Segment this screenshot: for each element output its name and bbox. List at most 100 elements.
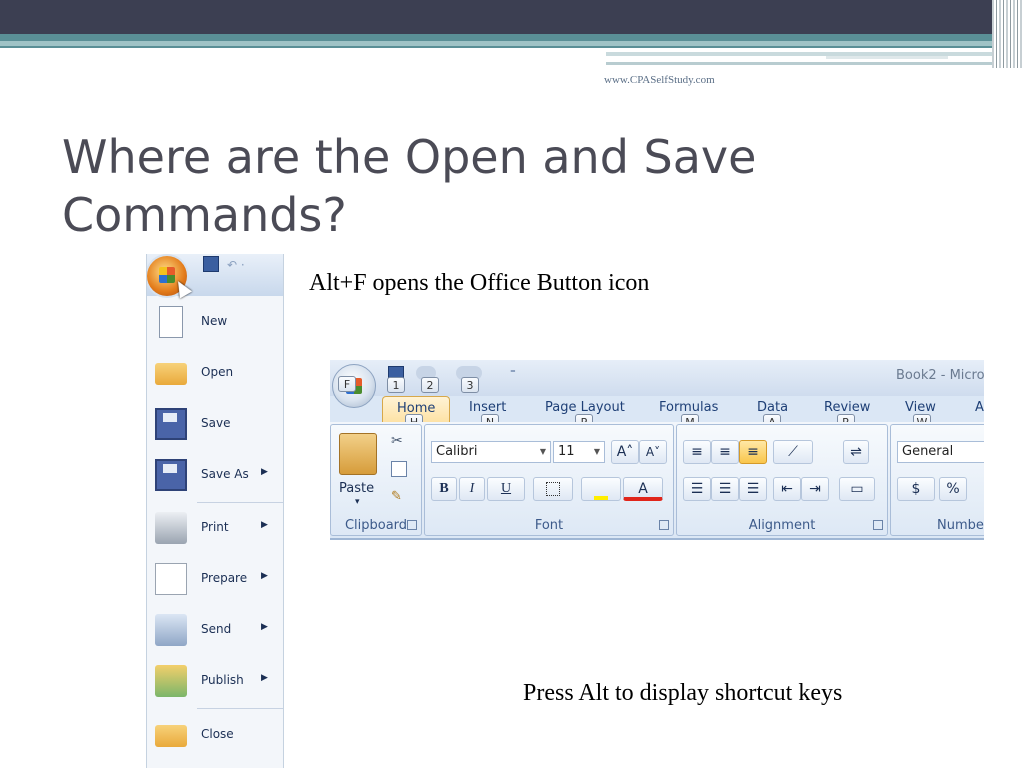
quick-save-icon[interactable] — [203, 256, 219, 272]
align-left-button[interactable]: ☰ — [683, 477, 711, 501]
customize-qat-icon[interactable]: ⁼ — [510, 366, 516, 379]
paste-icon[interactable] — [339, 433, 377, 475]
dialog-launcher-icon[interactable] — [407, 520, 417, 530]
percent-button[interactable]: % — [939, 477, 967, 501]
bold-button[interactable]: B — [431, 477, 457, 501]
increase-indent-button[interactable]: ⇥ — [801, 477, 829, 501]
font-size-combo[interactable]: 11 ▼ — [553, 441, 605, 463]
dialog-launcher-icon[interactable] — [659, 520, 669, 530]
office-logo-icon — [159, 267, 175, 283]
wrap-text-button[interactable]: ⇌ — [843, 440, 869, 464]
menu-item-label: Send — [201, 622, 232, 636]
dialog-launcher-icon[interactable] — [873, 520, 883, 530]
group-label: Font — [534, 518, 564, 533]
group-alignment: ≡ ≡ ≡ ⟋ ⇌ ☰ ☰ ☰ ⇤ ⇥ ▭ Alignment — [676, 424, 888, 536]
align-center-button[interactable]: ☰ — [711, 477, 739, 501]
cut-icon[interactable]: ✂ — [391, 433, 403, 449]
copy-icon[interactable] — [391, 461, 407, 477]
submenu-arrow-icon: ▶ — [261, 673, 268, 683]
fill-color-button[interactable] — [581, 477, 621, 501]
menu-item-close[interactable]: Close — [147, 711, 283, 761]
document-title: Book2 - Micro — [896, 368, 984, 383]
undo-icon[interactable]: ↶ · — [227, 258, 245, 272]
printer-icon — [155, 512, 187, 544]
keytip: 2 — [421, 377, 439, 393]
new-document-icon — [159, 306, 183, 338]
caption-office-button: Alt+F opens the Office Button icon — [309, 270, 650, 296]
tab-page-layout[interactable]: Page Layout — [545, 400, 625, 415]
submenu-arrow-icon: ▶ — [261, 467, 268, 477]
save-as-icon — [155, 459, 187, 491]
menu-item-label: Open — [201, 365, 234, 379]
menu-item-save[interactable]: Save — [147, 400, 283, 450]
menu-item-label: Publish — [201, 673, 244, 687]
italic-button[interactable]: I — [459, 477, 485, 501]
tab-add-ins[interactable]: A — [975, 400, 984, 415]
align-middle-button[interactable]: ≡ — [711, 440, 739, 464]
group-clipboard: Paste ▾ ✂ ✎ Clipboard — [330, 424, 422, 536]
tab-view[interactable]: View — [905, 400, 936, 415]
merge-center-button[interactable]: ▭ — [839, 477, 875, 501]
keytip: 3 — [461, 377, 479, 393]
group-font: Calibri ▼ 11 ▼ A˄ A˅ B I U A Font — [424, 424, 674, 536]
menu-separator — [197, 708, 283, 709]
publish-icon — [155, 665, 187, 697]
slide-title: Where are the Open and Save Commands? — [62, 130, 757, 242]
close-folder-icon — [155, 725, 187, 747]
submenu-arrow-icon: ▶ — [261, 520, 268, 530]
menu-item-save-as[interactable]: Save As ▶ — [147, 451, 283, 501]
orientation-button[interactable]: ⟋ — [773, 440, 813, 464]
office-menu-header: ↶ · — [147, 254, 283, 299]
menu-item-publish[interactable]: Publish ▶ — [147, 657, 283, 707]
header-stripes — [992, 0, 1024, 68]
group-label: Numbe — [937, 518, 984, 533]
keytip: F — [338, 376, 356, 392]
font-name-combo[interactable]: Calibri ▼ — [431, 441, 551, 463]
tab-review[interactable]: Review — [824, 400, 870, 415]
prepare-icon — [155, 563, 187, 595]
group-label: Alignment — [748, 518, 816, 533]
grow-font-button[interactable]: A˄ — [611, 440, 639, 464]
save-disk-icon — [155, 408, 187, 440]
menu-item-label: Close — [201, 727, 234, 741]
decrease-indent-button[interactable]: ⇤ — [773, 477, 801, 501]
chevron-down-icon: ▼ — [593, 447, 600, 456]
paste-button-label[interactable]: Paste — [339, 481, 374, 496]
underline-button[interactable]: U — [487, 477, 525, 501]
header-rule — [826, 56, 948, 59]
font-name-value: Calibri — [436, 444, 478, 459]
align-right-button[interactable]: ☰ — [739, 477, 767, 501]
site-url: www.CPASelfStudy.com — [604, 74, 715, 86]
align-bottom-button[interactable]: ≡ — [739, 440, 767, 464]
tab-formulas[interactable]: Formulas — [659, 400, 718, 415]
menu-item-label: Prepare — [201, 571, 248, 585]
font-color-button[interactable]: A — [623, 477, 663, 501]
menu-item-new[interactable]: New — [147, 298, 283, 348]
send-icon — [155, 614, 187, 646]
shrink-font-button[interactable]: A˅ — [639, 440, 667, 464]
number-format-value: General — [902, 444, 954, 459]
submenu-arrow-icon: ▶ — [261, 622, 268, 632]
excel-ribbon: 1 2 3 ⁼ Book2 - Micro F Home Insert Page… — [330, 360, 984, 540]
menu-item-print[interactable]: Print ▶ — [147, 504, 283, 554]
menu-item-label: New — [201, 314, 228, 328]
borders-icon — [546, 482, 560, 496]
borders-button[interactable] — [533, 477, 573, 501]
fill-color-icon — [594, 496, 608, 500]
menu-item-send[interactable]: Send ▶ — [147, 606, 283, 656]
align-top-button[interactable]: ≡ — [683, 440, 711, 464]
chevron-down-icon: ▼ — [539, 447, 546, 456]
tab-insert[interactable]: Insert — [469, 400, 506, 415]
tab-data[interactable]: Data — [757, 400, 788, 415]
header-dark-bar — [0, 0, 1024, 34]
ribbon-tabs: Home Insert Page Layout Formulas Data Re… — [330, 396, 984, 422]
group-number: General $ % Numbe — [890, 424, 984, 536]
paste-dropdown-icon[interactable]: ▾ — [355, 497, 360, 507]
folder-open-icon — [155, 363, 187, 385]
number-format-combo[interactable]: General — [897, 441, 984, 463]
currency-button[interactable]: $ — [897, 477, 935, 501]
header-rule — [606, 62, 1024, 65]
menu-item-prepare[interactable]: Prepare ▶ — [147, 555, 283, 605]
menu-item-open[interactable]: Open — [147, 349, 283, 399]
format-painter-icon[interactable]: ✎ — [391, 489, 402, 504]
